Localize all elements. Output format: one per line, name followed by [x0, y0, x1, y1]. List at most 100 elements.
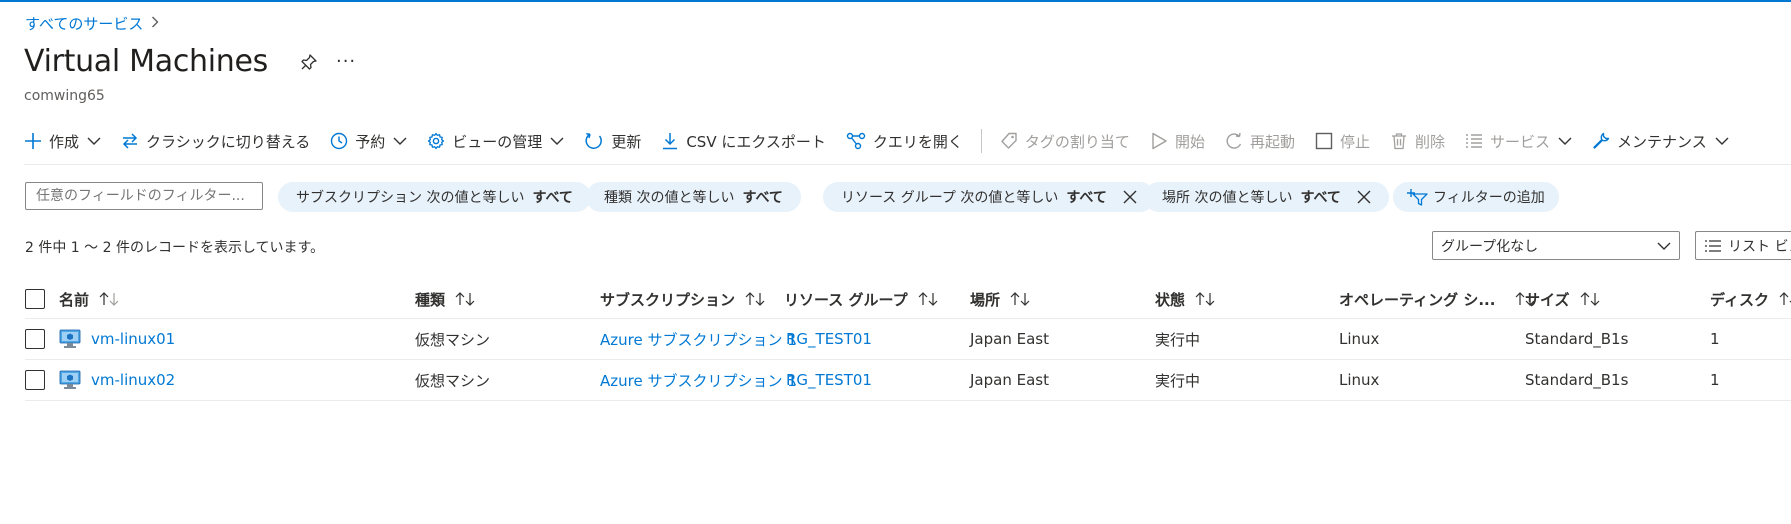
cell-type: 仮想マシン	[415, 371, 491, 390]
column-header-label: 名前	[59, 290, 90, 309]
stop-icon	[1315, 132, 1333, 150]
cell-status: 実行中	[1155, 330, 1201, 349]
groupby-dropdown[interactable]: グループ化なし	[1432, 231, 1680, 260]
filter-pill-subscription[interactable]: サブスクリプション 次の値と等しい すべて	[278, 182, 591, 212]
column-header-type[interactable]: 種類	[415, 280, 475, 318]
cell-status: 実行中	[1155, 371, 1201, 390]
assign-tags-button[interactable]: タグの割り当て	[1000, 131, 1130, 152]
column-header-label: オペレーティング シ...	[1339, 290, 1496, 309]
chevron-down-icon	[1657, 242, 1671, 250]
stop-button[interactable]: 停止	[1315, 131, 1370, 152]
filter-pill-location[interactable]: 場所 次の値と等しい すべて	[1144, 182, 1389, 212]
open-query-label: クエリを開く	[872, 132, 963, 151]
title-row: Virtual Machines ···	[24, 44, 356, 79]
create-button[interactable]: 作成	[24, 131, 101, 152]
cell-os: Linux	[1339, 330, 1380, 348]
chevron-down-icon	[1715, 137, 1729, 145]
query-graph-icon	[846, 132, 866, 150]
column-header-disks[interactable]: ディスク	[1710, 280, 1791, 318]
cell-disks: 1	[1710, 371, 1720, 389]
vm-name-link[interactable]: vm-linux01	[91, 330, 175, 348]
column-header-status[interactable]: 状態	[1155, 280, 1215, 318]
subscription-link[interactable]: Azure サブスクリプション 1	[600, 360, 797, 400]
cell-location: Japan East	[970, 330, 1049, 348]
start-button[interactable]: 開始	[1150, 131, 1205, 152]
filter-search-input[interactable]	[25, 182, 263, 210]
restart-button[interactable]: 再起動	[1225, 131, 1295, 152]
maintenance-label: メンテナンス	[1617, 132, 1707, 151]
subscription-link[interactable]: Azure サブスクリプション 1	[600, 319, 797, 359]
switch-classic-label: クラシックに切り替える	[146, 132, 311, 151]
column-header-resource-group[interactable]: リソース グループ	[784, 280, 938, 318]
toolbar-separator	[980, 129, 982, 153]
resource-group-link[interactable]: RG_TEST01	[786, 319, 872, 359]
close-icon[interactable]	[1123, 190, 1137, 204]
open-query-button[interactable]: クエリを開く	[846, 131, 963, 152]
resource-group-link[interactable]: RG_TEST01	[786, 360, 872, 400]
manage-view-label: ビューの管理	[452, 132, 543, 151]
filter-pill-value: すべて	[742, 190, 783, 206]
table-row[interactable]: vm-linux02 仮想マシン Azure サブスクリプション 1 RG_TE…	[25, 360, 1791, 401]
breadcrumb-all-services[interactable]: すべてのサービス	[25, 13, 143, 34]
refresh-label: 更新	[611, 132, 642, 151]
cell-name: vm-linux01	[59, 319, 175, 359]
gear-icon	[428, 132, 445, 150]
vm-table: 名前 種類 サブスクリプション リソース グループ 場所 状態 オペレーティング…	[25, 280, 1791, 401]
delete-label: 削除	[1414, 132, 1445, 151]
start-label: 開始	[1174, 132, 1205, 151]
wrench-icon	[1593, 132, 1610, 149]
row-checkbox[interactable]	[25, 329, 45, 349]
delete-button[interactable]: 削除	[1390, 131, 1445, 152]
vm-name-link[interactable]: vm-linux02	[91, 371, 175, 389]
column-header-location[interactable]: 場所	[970, 280, 1030, 318]
view-mode-dropdown[interactable]: リスト ビュ	[1695, 231, 1791, 260]
row-checkbox-cell	[25, 360, 45, 400]
filter-pill-label: リソース グループ 次の値と等しい	[841, 190, 1059, 206]
row-checkbox[interactable]	[25, 370, 45, 390]
sort-icon	[455, 292, 475, 306]
clock-icon	[331, 132, 348, 150]
maintenance-button[interactable]: メンテナンス	[1592, 131, 1729, 152]
services-button[interactable]: サービス	[1465, 131, 1572, 152]
sort-icon	[1195, 292, 1215, 306]
trash-icon	[1391, 133, 1406, 150]
close-icon[interactable]	[1357, 190, 1371, 204]
switch-arrows-icon	[122, 133, 138, 149]
filter-pill-resource-group[interactable]: リソース グループ 次の値と等しい すべて	[823, 182, 1155, 212]
reserve-label: 予約	[355, 132, 386, 151]
column-header-label: サイズ	[1525, 290, 1570, 309]
list-view-icon	[1705, 239, 1721, 252]
more-options-icon[interactable]: ···	[336, 51, 356, 72]
filter-pill-value: すべて	[1066, 190, 1107, 206]
sort-icon	[745, 292, 765, 306]
column-header-os[interactable]: オペレーティング シ...	[1339, 280, 1535, 318]
filter-pill-value: すべて	[1300, 190, 1341, 206]
virtual-machine-icon	[59, 370, 81, 390]
select-all-checkbox[interactable]	[25, 289, 45, 309]
row-checkbox-cell	[25, 319, 45, 359]
column-header-size[interactable]: サイズ	[1525, 280, 1600, 318]
filter-pill-value: すべて	[532, 190, 573, 206]
column-header-name[interactable]: 名前	[59, 280, 119, 318]
refresh-icon	[585, 133, 603, 149]
reserve-button[interactable]: 予約	[330, 131, 407, 152]
export-csv-label: CSV にエクスポート	[686, 132, 826, 151]
cell-os: Linux	[1339, 371, 1380, 389]
add-filter-button[interactable]: フィルターの追加	[1393, 182, 1559, 212]
assign-tags-label: タグの割り当て	[1024, 132, 1130, 151]
column-header-subscription[interactable]: サブスクリプション	[600, 280, 765, 318]
download-icon	[663, 133, 678, 150]
export-csv-button[interactable]: CSV にエクスポート	[661, 131, 826, 152]
table-row[interactable]: vm-linux01 仮想マシン Azure サブスクリプション 1 RG_TE…	[25, 319, 1791, 360]
chevron-down-icon	[550, 137, 564, 145]
refresh-button[interactable]: 更新	[584, 131, 641, 152]
column-header-label: サブスクリプション	[600, 290, 736, 309]
pin-icon[interactable]	[298, 51, 320, 73]
switch-classic-button[interactable]: クラシックに切り替える	[121, 131, 310, 152]
manage-view-button[interactable]: ビューの管理	[427, 131, 564, 152]
add-filter-icon	[1407, 189, 1428, 206]
restart-icon	[1226, 132, 1242, 149]
filter-pill-type[interactable]: 種類 次の値と等しい すべて	[586, 182, 801, 212]
cell-size: Standard_B1s	[1525, 371, 1629, 389]
cell-type: 仮想マシン	[415, 330, 491, 349]
